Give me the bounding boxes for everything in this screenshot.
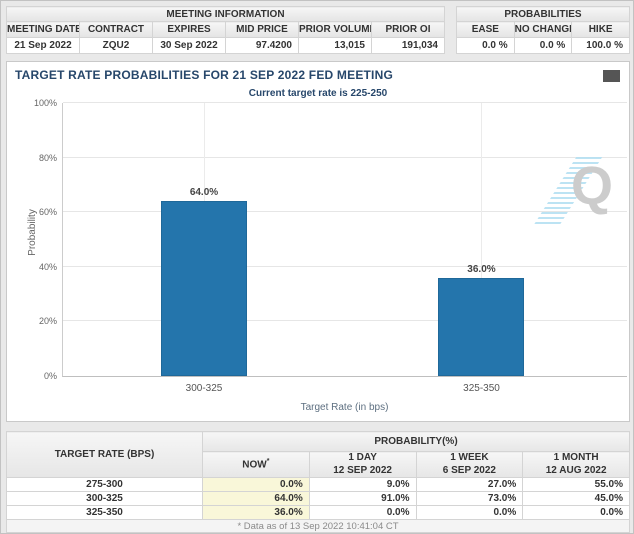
month-label: 1 MONTH bbox=[553, 452, 599, 463]
chart-panel: TARGET RATE PROBABILITIES FOR 21 SEP 202… bbox=[6, 61, 630, 422]
data-as-of-footnote: * Data as of 13 Sep 2022 10:41:04 CT bbox=[6, 519, 630, 533]
col-header-mid-price: MID PRICE bbox=[225, 21, 299, 38]
week-date: 6 SEP 2022 bbox=[442, 464, 496, 476]
bar-column-325-350: 36.0% bbox=[438, 103, 525, 376]
col-header-hike: HIKE bbox=[571, 21, 630, 38]
col-header-prior-volume: PRIOR VOLUME bbox=[298, 21, 372, 38]
chart-subtitle: Current target rate is 225-250 bbox=[248, 88, 388, 99]
bar-column-300-325: 64.0% bbox=[161, 103, 247, 376]
col-header-prior-oi: PRIOR OI bbox=[371, 21, 445, 38]
ytick-0: 0% bbox=[43, 371, 57, 381]
rate-cell: 275-300 bbox=[6, 477, 203, 492]
gridline-20 bbox=[63, 320, 627, 322]
group-header-probability: PROBABILITY(%) bbox=[202, 431, 630, 452]
quikstrike-watermark: Q bbox=[533, 151, 615, 233]
day-cell: 0.0% bbox=[308, 505, 417, 520]
meeting-info-panel: MEETING INFORMATION MEETING DATE CONTRAC… bbox=[6, 6, 445, 54]
col-header-1-month: 1 MONTH 12 AUG 2022 bbox=[522, 451, 630, 478]
x-axis-title: Target Rate (in bps) bbox=[300, 402, 389, 413]
prior-oi-value: 191,034 bbox=[371, 37, 445, 54]
chart-menu-icon[interactable] bbox=[603, 69, 620, 83]
probability-bar-300-325[interactable] bbox=[161, 201, 247, 376]
now-asterisk: * bbox=[266, 457, 270, 465]
week-cell: 0.0% bbox=[415, 505, 524, 520]
rate-cell: 300-325 bbox=[6, 491, 203, 506]
history-table: TARGET RATE (BPS) PROBABILITY(%) NOW* 1 … bbox=[6, 431, 630, 533]
table-row: 275-300 0.0% 9.0% 27.0% 55.0% bbox=[6, 477, 630, 492]
gridline-80 bbox=[63, 156, 627, 158]
month-cell: 55.0% bbox=[522, 477, 630, 492]
probability-bar-325-350[interactable] bbox=[438, 277, 525, 376]
ytick-100: 100% bbox=[33, 98, 57, 108]
now-cell: 36.0% bbox=[202, 505, 310, 520]
probabilities-panel: PROBABILITIES EASE NO CHANGE HIKE 0.0 % … bbox=[456, 6, 630, 54]
col-header-no-change: NO CHANGE bbox=[513, 21, 573, 38]
no-change-value: 0.0 % bbox=[513, 37, 573, 54]
now-cell: 64.0% bbox=[202, 491, 310, 506]
bar-value-label: 36.0% bbox=[467, 263, 496, 275]
month-date: 12 AUG 2022 bbox=[545, 464, 607, 476]
chart-title: TARGET RATE PROBABILITIES FOR 21 SEP 202… bbox=[15, 68, 393, 82]
ytick-20: 20% bbox=[38, 316, 57, 327]
col-header-expires: EXPIRES bbox=[152, 21, 226, 38]
day-cell: 9.0% bbox=[308, 477, 417, 492]
now-label: NOW bbox=[242, 458, 267, 470]
col-header-1-day: 1 DAY 12 SEP 2022 bbox=[308, 451, 417, 478]
week-label: 1 WEEK bbox=[450, 452, 489, 463]
gridline-40 bbox=[63, 265, 627, 267]
x-category-300-325: 300-325 bbox=[185, 383, 223, 394]
month-cell: 0.0% bbox=[522, 505, 630, 520]
watermark-q-letter: Q bbox=[570, 156, 613, 216]
hike-value: 100.0 % bbox=[571, 37, 630, 54]
bar-value-label: 64.0% bbox=[189, 187, 219, 199]
day-label: 1 DAY bbox=[348, 452, 377, 463]
col-header-meeting-date: MEETING DATE bbox=[6, 21, 80, 38]
ease-value: 0.0 % bbox=[456, 37, 515, 54]
fedwatch-screen: MEETING INFORMATION MEETING DATE CONTRAC… bbox=[0, 0, 634, 534]
prior-volume-value: 13,015 bbox=[298, 37, 372, 54]
table-row: 325-350 36.0% 0.0% 0.0% 0.0% bbox=[6, 505, 630, 520]
meeting-date-value: 21 Sep 2022 bbox=[6, 37, 80, 54]
x-category-325-350: 325-350 bbox=[463, 383, 500, 394]
plot-area: 0% 20% 40% 60% 80% 100% Q 64.0% 36.0% 30… bbox=[34, 98, 627, 394]
day-cell: 91.0% bbox=[308, 491, 417, 506]
meeting-info-title: MEETING INFORMATION bbox=[6, 6, 445, 22]
contract-value: ZQU2 bbox=[79, 37, 153, 54]
day-date: 12 SEP 2022 bbox=[333, 464, 392, 476]
ytick-60: 60% bbox=[38, 207, 57, 218]
col-header-contract: CONTRACT bbox=[79, 21, 153, 38]
ytick-80: 80% bbox=[38, 152, 57, 163]
now-cell: 0.0% bbox=[202, 477, 310, 492]
mid-price-value: 97.4200 bbox=[225, 37, 299, 54]
rate-cell: 325-350 bbox=[6, 505, 203, 520]
col-header-1-week: 1 WEEK 6 SEP 2022 bbox=[415, 451, 524, 478]
col-header-now: NOW* bbox=[202, 451, 310, 478]
month-cell: 45.0% bbox=[522, 491, 630, 506]
ytick-40: 40% bbox=[38, 261, 57, 272]
expires-value: 30 Sep 2022 bbox=[152, 37, 226, 54]
week-cell: 27.0% bbox=[415, 477, 524, 492]
week-cell: 73.0% bbox=[415, 491, 524, 506]
probabilities-title: PROBABILITIES bbox=[456, 6, 630, 22]
col-header-ease: EASE bbox=[456, 21, 515, 38]
table-row: 300-325 64.0% 91.0% 73.0% 45.0% bbox=[6, 491, 630, 506]
corner-header-target-rate: TARGET RATE (BPS) bbox=[6, 431, 203, 478]
gridline-100 bbox=[63, 102, 627, 103]
